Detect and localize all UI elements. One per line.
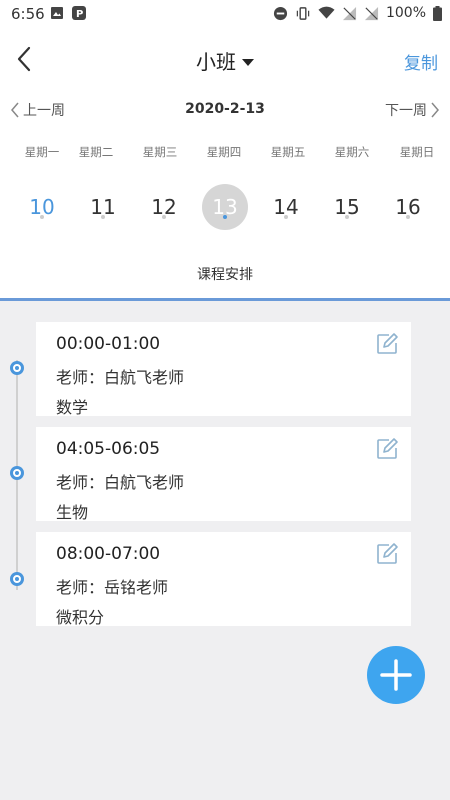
class-teacher: 老师：岳铭老师	[56, 578, 169, 597]
day-cell[interactable]: 16	[378, 184, 438, 230]
day-name: 星期四	[206, 145, 242, 159]
week-navigation: 上一周 2020-2-13 下一周	[0, 92, 450, 128]
day-dot	[101, 215, 105, 219]
schedule-section-label: 课程安排	[197, 267, 253, 283]
signal-off-icon	[342, 6, 357, 20]
day-dot	[345, 215, 349, 219]
schedule-card[interactable]: 08:00-07:00 老师：岳铭老师 微积分	[36, 532, 411, 627]
timeline-dot	[10, 361, 24, 375]
vibrate-icon	[296, 6, 310, 20]
class-time: 08:00-07:00	[56, 544, 161, 564]
caret-down-icon	[242, 59, 254, 66]
schedule-card[interactable]: 00:00-01:00 老师：白航飞老师 数学	[36, 322, 411, 417]
edit-icon[interactable]	[375, 437, 399, 461]
class-time: 00:00-01:00	[56, 334, 161, 354]
day-name: 星期日	[399, 145, 435, 159]
day-cell[interactable]: 12	[134, 184, 194, 230]
day-cell[interactable]: 15	[317, 184, 377, 230]
page-title: 小班	[196, 50, 236, 74]
svg-text:P: P	[76, 9, 83, 20]
day-dot	[406, 215, 410, 219]
next-week-button[interactable]: 下一周	[385, 100, 440, 120]
day-dot	[162, 215, 166, 219]
day-cell-today[interactable]: 10	[12, 184, 72, 230]
edit-icon[interactable]	[375, 542, 399, 566]
timeline-dot	[10, 466, 24, 480]
add-class-button[interactable]	[367, 646, 425, 704]
header: 小班 复制	[0, 28, 450, 92]
chevron-right-icon	[431, 102, 439, 118]
battery-percent: 100%	[385, 5, 426, 21]
copy-button[interactable]: 复制	[404, 49, 438, 74]
wifi-icon	[318, 6, 335, 19]
day-cell[interactable]: 14	[256, 184, 316, 230]
day-name: 星期一	[24, 145, 60, 159]
class-teacher: 老师：白航飞老师	[56, 368, 185, 387]
class-subject: 生物	[56, 503, 89, 522]
day-dot	[40, 215, 44, 219]
dnd-icon	[273, 6, 288, 20]
plus-icon	[380, 659, 412, 691]
week-panel: 星期一 星期二 星期三 星期四 星期五 星期六 星期日 10 11 12 13 …	[0, 128, 450, 300]
current-date: 2020-2-13	[185, 101, 265, 117]
battery-icon	[433, 5, 442, 21]
class-subject: 微积分	[56, 608, 105, 627]
day-name: 星期六	[334, 145, 370, 159]
app-p-icon: P	[72, 6, 86, 20]
class-time: 04:05-06:05	[56, 439, 161, 459]
divider	[0, 298, 450, 301]
class-teacher: 老师：白航飞老师	[56, 473, 185, 492]
edit-icon[interactable]	[375, 332, 399, 356]
class-subject: 数学	[56, 398, 89, 417]
status-time: 6:56	[11, 5, 45, 23]
signal-off-icon-2	[364, 6, 379, 20]
day-name: 星期五	[270, 145, 306, 159]
day-name: 星期三	[142, 145, 178, 159]
schedule-card[interactable]: 04:05-06:05 老师：白航飞老师 生物	[36, 427, 411, 522]
status-bar: 6:56 P 100%	[0, 0, 450, 28]
day-dot-active	[223, 215, 227, 219]
day-dot	[284, 215, 288, 219]
day-cell-selected[interactable]: 13	[195, 184, 255, 230]
day-name: 星期二	[78, 145, 114, 159]
image-icon	[51, 7, 63, 19]
day-cell[interactable]: 11	[73, 184, 133, 230]
next-week-label: 下一周	[385, 103, 427, 119]
class-selector[interactable]: 小班	[0, 46, 450, 75]
timeline-dot	[10, 572, 24, 586]
